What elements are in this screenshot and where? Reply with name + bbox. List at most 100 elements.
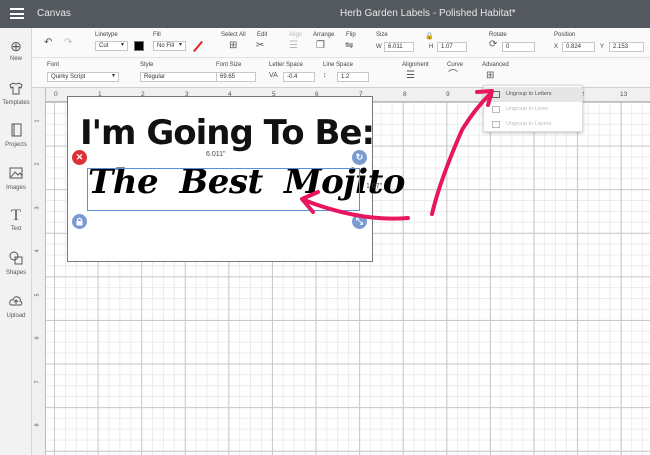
curve-icon[interactable]: ⌒ [448, 70, 458, 82]
font-size-label: Font Size [216, 62, 242, 68]
align-label: Align [289, 32, 303, 38]
linetype-value: Cut [99, 43, 109, 49]
undo-icon[interactable]: ↶ [44, 37, 52, 49]
arrange-label: Arrange [313, 32, 335, 38]
ungroup-to-letters-item[interactable]: Ungroup to Letters [484, 87, 582, 102]
chevron-down-icon: ▾ [111, 73, 115, 79]
ruler-left-tick: 7 [34, 380, 41, 384]
arrange-icon[interactable]: ❐ [316, 40, 325, 52]
linetype-select[interactable]: Cut ▾ [95, 41, 128, 51]
select-all-icon[interactable]: ⊞ [229, 40, 237, 52]
rotate-label: Rotate [489, 32, 507, 38]
letter-space-icon: VA [269, 72, 278, 79]
ungroup-lines-icon [492, 106, 500, 113]
position-x-input[interactable]: 0.824 [562, 42, 595, 52]
sidebar-item-templates[interactable]: Templates [0, 81, 32, 106]
ruler-left-tick: 6 [34, 336, 41, 340]
curve-label: Curve [447, 62, 464, 68]
text-line-1[interactable]: I'm Going To Be: [80, 113, 375, 153]
width-input[interactable]: 6.011 [384, 42, 414, 52]
ruler-left-tick: 1 [34, 119, 41, 123]
select-all-label: Select All [221, 32, 246, 38]
font-select[interactable]: Quirky Script ▾ [47, 72, 119, 82]
sidebar-item-new[interactable]: ⊕ New [0, 38, 32, 62]
width-dimension-label: 6.011" [206, 151, 226, 158]
app-name: Canvas [37, 8, 71, 19]
sidebar-item-text[interactable]: T Text [0, 207, 32, 233]
redo-icon[interactable]: ↷ [64, 37, 72, 49]
menu-item-label: Ungroup to Lines [506, 106, 548, 112]
left-sidebar: ⊕ New Templates Projects Images T Text S… [0, 28, 32, 455]
image-icon [0, 166, 32, 183]
ruler-top-tick: 8 [403, 91, 407, 98]
sidebar-item-projects[interactable]: Projects [0, 123, 32, 148]
advanced-ungroup-icon[interactable]: ⊞ [486, 70, 494, 82]
ruler-left-tick: 8 [34, 423, 41, 427]
align-icon[interactable]: ☰ [289, 40, 298, 52]
rotate-handle-icon[interactable]: ↻ [352, 150, 367, 165]
rotate-icon: ⟳ [489, 39, 498, 50]
position-label: Position [554, 32, 576, 38]
letter-space-label: Letter Space [269, 62, 304, 68]
linetype-color-swatch[interactable] [134, 41, 144, 51]
font-value: Quirky Script [51, 74, 86, 80]
line-space-input[interactable]: 1.2 [337, 72, 369, 82]
advanced-label: Advanced [482, 62, 509, 68]
book-icon [0, 123, 32, 140]
ungroup-layers-icon [492, 121, 500, 128]
y-label: Y [600, 44, 605, 50]
sidebar-item-label: Upload [6, 313, 26, 319]
line-space-icon: ↕ [323, 72, 327, 79]
scissors-icon[interactable]: ✂ [256, 40, 264, 52]
menu-item-label: Ungroup to Letters [506, 91, 552, 97]
flip-label: Flip [346, 32, 356, 38]
shapes-icon [0, 251, 32, 268]
lock-handle-icon[interactable] [72, 214, 87, 229]
edit-toolbar: ↶ ↷ Linetype Cut ▾ Fill No Fill ▾ Select A… [32, 28, 650, 58]
lock-icon[interactable]: 🔒 [425, 32, 434, 40]
fill-select[interactable]: No Fill ▾ [153, 41, 186, 51]
cloud-upload-icon [0, 294, 32, 311]
style-select[interactable]: Regular▾ [140, 72, 224, 82]
selection-box[interactable] [87, 168, 360, 211]
sidebar-item-label: Text [10, 226, 22, 232]
font-size-input[interactable]: 69.65 [216, 72, 256, 82]
size-label: Size [376, 32, 388, 38]
text-align-icon[interactable]: ☰ [406, 70, 415, 82]
linetype-label: Linetype [95, 32, 118, 38]
line-space-label: Line Space [323, 62, 354, 68]
text-toolbar: Font Quirky Script ▾ Style Regular▾ Font … [32, 58, 650, 88]
menu-item-label: Ungroup to Layers [506, 121, 552, 127]
ruler-top-tick: 9 [446, 91, 450, 98]
letter-space-input[interactable]: -0.4 [283, 72, 315, 82]
no-fill-swatch-icon[interactable] [193, 40, 203, 53]
ungroup-to-lines-item[interactable]: Ungroup to Lines [484, 102, 582, 117]
chevron-down-icon: ▾ [178, 42, 182, 48]
ruler-left-tick: 3 [34, 206, 41, 210]
sidebar-item-label: Projects [5, 142, 27, 148]
position-y-input[interactable]: 2.153 [609, 42, 644, 52]
style-value: Regular [144, 74, 166, 80]
edit-label: Edit [257, 32, 268, 38]
width-label: W [376, 44, 382, 50]
ruler-left-tick: 5 [34, 293, 41, 297]
ruler-left-tick: 4 [34, 249, 41, 253]
rotate-input[interactable]: 0 [502, 42, 535, 52]
resize-handle-icon[interactable]: ⤡ [352, 214, 367, 229]
plus-circle-icon: ⊕ [10, 38, 22, 54]
delete-handle-icon[interactable]: ✕ [72, 150, 87, 165]
x-label: X [554, 44, 559, 50]
text-icon: T [11, 207, 21, 224]
sidebar-item-upload[interactable]: Upload [0, 294, 32, 319]
hamburger-menu-icon[interactable] [10, 8, 24, 19]
ungroup-to-layers-item[interactable]: Ungroup to Layers [484, 117, 582, 132]
ruler-top-tick: 0 [54, 91, 58, 98]
height-dimension-label: 1.07" [366, 183, 383, 190]
sidebar-item-images[interactable]: Images [0, 166, 32, 191]
sidebar-item-label: Images [6, 185, 26, 191]
sidebar-item-label: Shapes [5, 270, 27, 276]
height-input[interactable]: 1.07 [437, 42, 467, 52]
sidebar-item-shapes[interactable]: Shapes [0, 251, 32, 276]
left-ruler: 1 2 3 4 5 6 7 8 [32, 88, 46, 455]
flip-icon[interactable]: ⇋ [345, 40, 353, 52]
